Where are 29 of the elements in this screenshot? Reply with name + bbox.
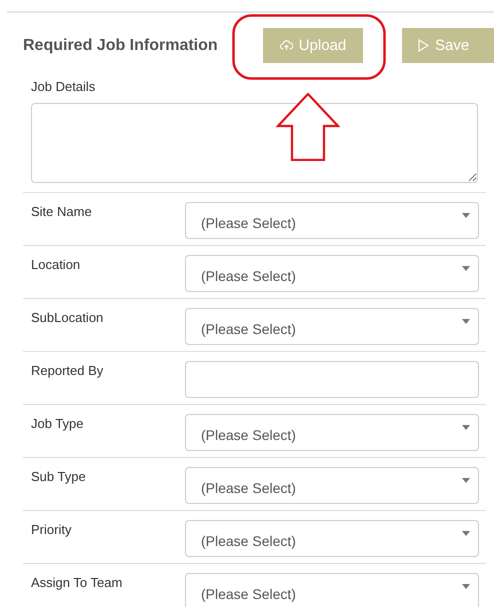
field-label: Assign To Team <box>30 574 124 592</box>
up-arrow-drawing <box>276 93 340 161</box>
select-field[interactable]: (Please Select) <box>185 308 479 345</box>
caret-icon <box>462 478 470 483</box>
section-title: Required Job Information <box>23 36 219 54</box>
select-field[interactable]: (Please Select) <box>185 255 479 292</box>
cloud-upload-icon <box>280 40 293 51</box>
field-label: Reported By <box>30 362 104 380</box>
select-field[interactable]: (Please Select) <box>185 414 479 451</box>
field-label: Job Type <box>30 415 85 433</box>
field-label: Site Name <box>30 203 93 221</box>
field-label: Location <box>30 256 82 274</box>
caret-icon <box>462 531 470 536</box>
caret-icon <box>462 213 470 218</box>
caret-icon <box>462 319 470 324</box>
select-field[interactable]: (Please Select) <box>185 520 479 557</box>
input-field[interactable] <box>185 361 479 398</box>
field-label: SubLocation <box>30 309 104 327</box>
job-details-field[interactable] <box>31 103 478 183</box>
caret-icon <box>462 584 470 589</box>
caret-icon <box>462 266 470 271</box>
caret-icon <box>462 425 470 430</box>
play-icon <box>418 39 429 52</box>
select-field[interactable]: (Please Select) <box>185 467 479 504</box>
field-label: Job Details <box>31 79 96 94</box>
field-label: Sub Type <box>30 468 87 486</box>
select-field[interactable]: (Please Select) <box>185 202 479 239</box>
select-field[interactable]: (Please Select) <box>185 573 479 607</box>
field-label: Priority <box>30 521 72 539</box>
